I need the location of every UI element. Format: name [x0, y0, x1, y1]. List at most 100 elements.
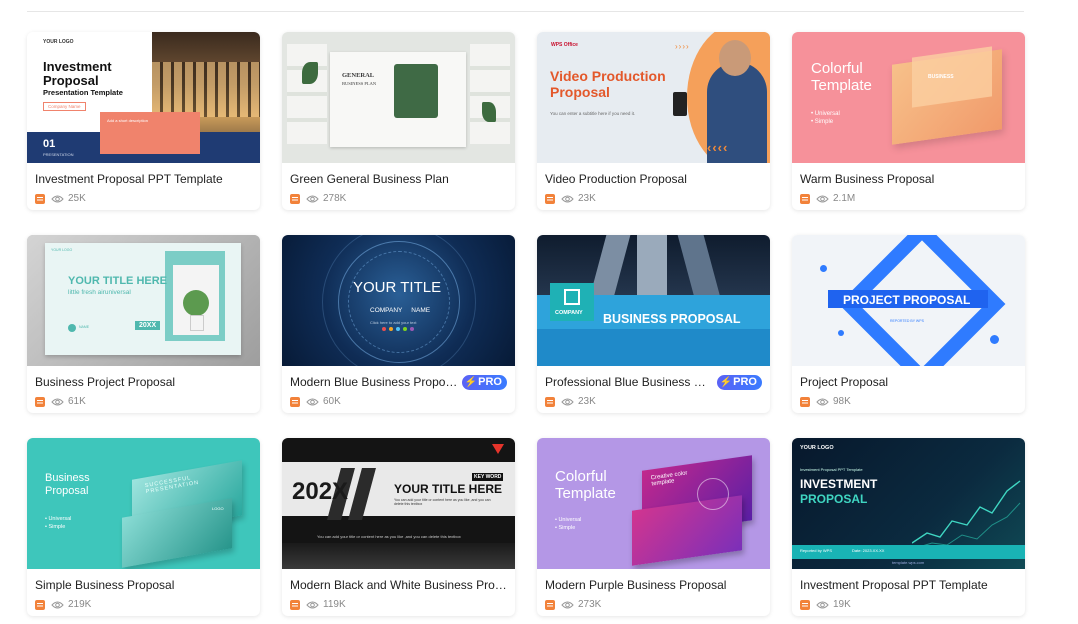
template-card[interactable]: COMPANY BUSINESS PROPOSAL Professional B…	[537, 235, 770, 413]
thumb-bullet1: • Universal	[45, 516, 72, 522]
eye-icon	[816, 601, 829, 608]
thumb-title-line2: Template	[811, 77, 872, 94]
thumb-bullet2: • Simple	[811, 119, 834, 125]
template-card[interactable]: 202X KEY WORD YOUR TITLE HERE You can ad…	[282, 438, 515, 616]
card-title[interactable]: Video Production Proposal	[545, 172, 762, 186]
thumb-logo: YOUR LOGO	[43, 39, 74, 45]
thumb-logo: YOUR LOGO	[800, 445, 834, 451]
card-title[interactable]: Modern Blue Business Proposal...	[290, 375, 458, 389]
thumb-year: 202X	[292, 478, 349, 505]
thumb-bullet2: • Simple	[45, 524, 66, 530]
template-thumbnail[interactable]: GENERAL BUSINESS PLAN	[282, 32, 515, 163]
eye-icon	[561, 398, 574, 405]
thumb-company: COMPANY	[555, 310, 583, 316]
view-count: 273K	[578, 599, 602, 610]
ppt-icon	[545, 599, 555, 610]
eye-icon	[306, 195, 319, 202]
view-count: 98K	[833, 396, 851, 407]
template-card[interactable]: YOUR LOGO Investment Proposal PPT Templa…	[792, 438, 1025, 616]
ppt-icon	[800, 599, 810, 610]
template-thumbnail[interactable]: YOUR LOGO Investment Proposal Presentati…	[27, 32, 260, 163]
card-title[interactable]: Investment Proposal PPT Template	[35, 172, 252, 186]
eye-icon	[306, 398, 319, 405]
template-card[interactable]: GENERAL BUSINESS PLAN Green General Busi…	[282, 32, 515, 210]
template-thumbnail[interactable]: WPS Office ›››› Video Production Proposa…	[537, 32, 770, 163]
thumb-title-line1: INVESTMENT	[800, 477, 878, 491]
thumb-year: 20XX	[135, 321, 161, 330]
thumb-title-line2: little fresh airuniversal	[68, 289, 131, 296]
thumb-title-line1: GENERAL	[342, 72, 375, 79]
template-card[interactable]: BUSINESS Colorful Template • Universal •…	[792, 32, 1025, 210]
template-thumbnail[interactable]: PROJECT PROPOSAL REPORTED BY WPS	[792, 235, 1025, 366]
template-card[interactable]: WPS Office ›››› Video Production Proposa…	[537, 32, 770, 210]
thumb-number-label: PRESENTATION	[43, 152, 74, 157]
template-thumbnail[interactable]: SUCCESSFUL PRESENTATION LOGO Business Pr…	[27, 438, 260, 569]
thumb-title-line2: Proposal	[550, 84, 610, 100]
card-title[interactable]: Green General Business Plan	[290, 172, 507, 186]
thumb-title-line3: Presentation Template	[43, 88, 123, 97]
eye-icon	[561, 601, 574, 608]
view-count: 61K	[68, 396, 86, 407]
thumb-title: PROJECT PROPOSAL	[843, 293, 971, 307]
pro-badge: ⚡ PRO	[461, 374, 507, 390]
lightning-icon: ⚡	[464, 376, 478, 388]
ppt-icon	[290, 396, 300, 407]
template-card[interactable]: YOUR LOGO YOUR TITLE HERE little fresh a…	[27, 235, 260, 413]
thumb-keyword: KEY WORD	[472, 473, 504, 481]
thumb-title-line1: YOUR TITLE	[353, 279, 442, 296]
thumb-title-line1: Colorful	[555, 468, 607, 485]
template-card[interactable]: YOUR TITLE COMPANY NAME Click here to ad…	[282, 235, 515, 413]
chart-graphic	[912, 480, 1021, 550]
template-thumbnail[interactable]: COMPANY BUSINESS PROPOSAL	[537, 235, 770, 366]
card-title[interactable]: Project Proposal	[800, 375, 1017, 389]
ppt-icon	[545, 193, 555, 204]
card-title[interactable]: Modern Purple Business Proposal	[545, 578, 762, 592]
card-title[interactable]: Modern Black and White Business Prop...	[290, 578, 507, 592]
thumb-arrows-top: ››››	[675, 42, 690, 51]
thumb-subtitle: Click here to add your text	[370, 320, 417, 325]
thumb-subtitle: You can enter a subtitle here if you nee…	[550, 111, 636, 116]
thumb-subtitle: You can add your title or content here a…	[394, 498, 491, 506]
view-count: 60K	[323, 396, 341, 407]
card-title[interactable]: Investment Proposal PPT Template	[800, 578, 1017, 592]
eye-icon	[306, 601, 319, 608]
view-count: 19K	[833, 599, 851, 610]
view-count: 278K	[323, 193, 347, 204]
template-thumbnail[interactable]: BUSINESS Colorful Template • Universal •…	[792, 32, 1025, 163]
template-thumbnail[interactable]: YOUR TITLE COMPANY NAME Click here to ad…	[282, 235, 515, 366]
pro-badge: ⚡ PRO	[716, 374, 762, 390]
pro-label: PRO	[733, 376, 757, 388]
card-title[interactable]: Professional Blue Business Prop...	[545, 375, 713, 389]
thumb-logo: LOGO	[212, 506, 224, 511]
ppt-icon	[35, 396, 45, 407]
template-thumbnail[interactable]: 202X KEY WORD YOUR TITLE HERE You can ad…	[282, 438, 515, 569]
thumb-title-line2: Template	[555, 485, 616, 502]
thumb-small-title: Investment Proposal PPT Template	[800, 467, 863, 472]
template-card[interactable]: SUCCESSFUL PRESENTATION LOGO Business Pr…	[27, 438, 260, 616]
eye-icon	[51, 195, 64, 202]
template-card[interactable]: YOUR LOGO Investment Proposal Presentati…	[27, 32, 260, 210]
thumb-bullet1: • Universal	[811, 111, 840, 117]
view-count: 25K	[68, 193, 86, 204]
template-thumbnail[interactable]: YOUR LOGO Investment Proposal PPT Templa…	[792, 438, 1025, 569]
card-title[interactable]: Warm Business Proposal	[800, 172, 1017, 186]
ppt-icon	[800, 396, 810, 407]
card-title[interactable]: Simple Business Proposal	[35, 578, 252, 592]
thumb-bullet2: • Simple	[555, 525, 576, 531]
thumb-title-line1: Investment	[43, 59, 112, 74]
thumb-tag: BUSINESS	[928, 74, 954, 80]
card-title[interactable]: Business Project Proposal	[35, 375, 252, 389]
template-card[interactable]: PROJECT PROPOSAL REPORTED BY WPS Project…	[792, 235, 1025, 413]
ppt-icon	[290, 599, 300, 610]
template-card[interactable]: Creative color template Colorful Templat…	[537, 438, 770, 616]
thumb-number: 01	[43, 138, 56, 150]
ppt-icon	[35, 599, 45, 610]
top-divider	[27, 11, 1024, 12]
thumb-title: YOUR TITLE HERE	[394, 482, 503, 496]
ppt-icon	[35, 193, 45, 204]
template-thumbnail[interactable]: Creative color template Colorful Templat…	[537, 438, 770, 569]
template-thumbnail[interactable]: YOUR LOGO YOUR TITLE HERE little fresh a…	[27, 235, 260, 366]
thumb-title-line2: Proposal	[43, 73, 99, 88]
thumb-company: Company Name	[43, 102, 86, 111]
thumb-url: template.wps.com	[892, 560, 925, 565]
